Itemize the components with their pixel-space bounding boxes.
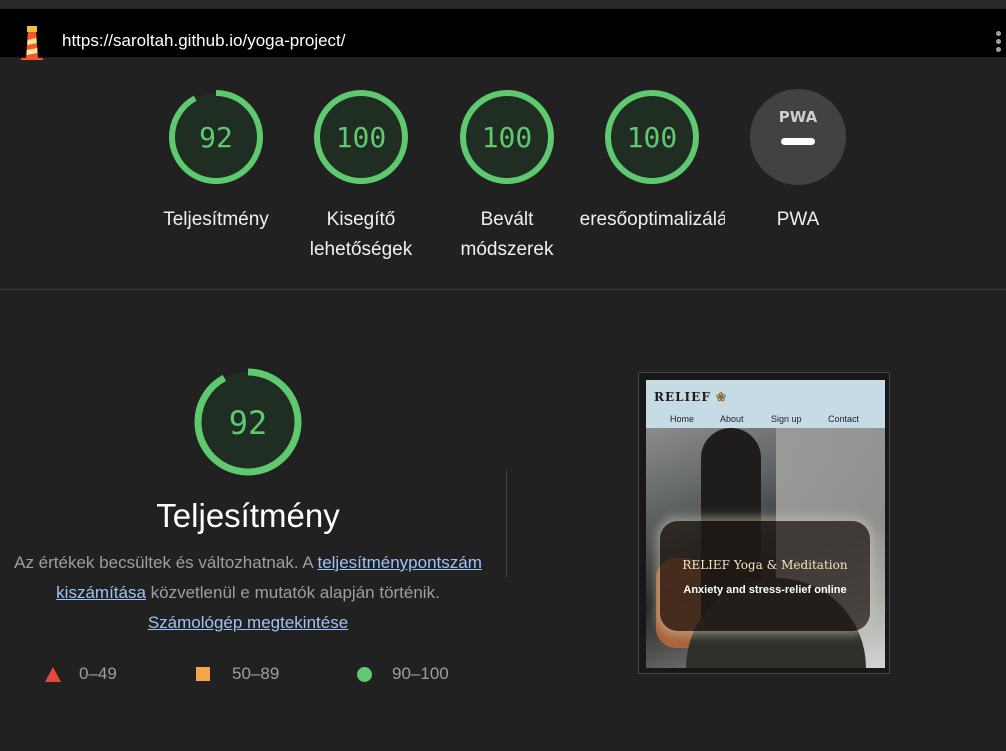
gauge-performance[interactable]: 92 Teljesítmény	[143, 87, 289, 235]
gauge-label-line: módszerek	[460, 239, 554, 260]
score-ring: 100	[314, 90, 408, 184]
gauge-label: Kisegítő lehetőségek	[288, 205, 434, 265]
site-nav-item: Contact	[828, 414, 860, 424]
gauge-label-line: Kisegítő	[326, 209, 396, 230]
score-ring: 100	[605, 90, 699, 184]
gauge-label-line: PWA	[776, 209, 820, 230]
site-hero-banner: RELIEF Yoga & Meditation Anxiety and str…	[660, 521, 870, 631]
category-gauges: 92 Teljesítmény 100 Kisegítő lehetőségek …	[0, 57, 1006, 289]
score-legend: 0–49 50–89 90–100	[0, 664, 520, 690]
site-nav-item: About	[720, 414, 744, 424]
legend-fail: 0–49	[45, 664, 117, 684]
performance-title: Teljesítmény	[156, 497, 340, 534]
red-triangle-icon	[45, 666, 61, 682]
site-nav-item: Sign up	[771, 414, 802, 424]
gauge-label-line: Teljesítmény	[163, 209, 269, 230]
desc-text: Az értékek becsültek és változhatnak. A	[14, 553, 318, 572]
gauge-score: 100	[336, 121, 387, 154]
performance-score-ring: 92	[194, 368, 302, 476]
gauge-score: 92	[199, 121, 233, 154]
kebab-menu-icon[interactable]	[996, 31, 1002, 55]
section-divider	[0, 289, 1006, 290]
gauge-label-line: lehetőségek	[309, 239, 413, 260]
gauge-pwa[interactable]: PWA PWA	[725, 87, 871, 235]
site-headline: RELIEF Yoga & Meditation	[682, 558, 848, 572]
score-ring: 100	[460, 90, 554, 184]
score-ring: 92	[169, 90, 263, 184]
site-nav-item: Home	[670, 414, 695, 424]
green-circle-icon	[357, 666, 372, 682]
gauge-label-line: Keresőoptimalizálás	[579, 209, 725, 230]
performance-description: Az értékek becsültek és változhatnak. A …	[10, 548, 486, 638]
site-header: RELIEF ❀ Home About Sign up Contact	[646, 380, 885, 428]
window-top-strip	[0, 0, 1006, 9]
lotus-icon: ❀	[716, 390, 728, 404]
gauge-score: 100	[482, 121, 533, 154]
gauge-label: Keresőoptimalizálás	[579, 205, 725, 235]
pwa-badge-icon: PWA	[750, 89, 846, 185]
gauge-label: PWA	[725, 205, 871, 235]
site-subline: Anxiety and stress-relief online	[683, 584, 847, 596]
pwa-badge-text: PWA	[779, 108, 818, 126]
gauge-label: Bevált módszerek	[434, 205, 580, 265]
gauge-accessibility[interactable]: 100 Kisegítő lehetőségek	[288, 87, 434, 265]
legend-pass: 90–100	[357, 664, 449, 684]
legend-range: 50–89	[232, 664, 280, 683]
legend-range: 0–49	[79, 664, 117, 683]
gauge-label-line: Bevált	[480, 209, 534, 230]
gauge-score: 100	[627, 121, 678, 154]
final-screenshot-thumbnail[interactable]: RELIEF ❀ Home About Sign up Contact RELI…	[638, 372, 890, 674]
report-url[interactable]: https://saroltah.github.io/yoga-project/	[62, 31, 346, 51]
legend-range: 90–100	[392, 664, 449, 683]
legend-average: 50–89	[196, 664, 279, 684]
report-url-bar: https://saroltah.github.io/yoga-project/	[0, 9, 1006, 60]
calculator-link[interactable]: Számológép megtekintése	[148, 613, 348, 632]
site-hero-image: RELIEF Yoga & Meditation Anxiety and str…	[646, 428, 885, 668]
site-preview: RELIEF ❀ Home About Sign up Contact RELI…	[646, 380, 885, 668]
orange-square-icon	[196, 667, 210, 681]
desc-text: közvetlenül e mutatók alapján történik.	[145, 583, 440, 602]
performance-score: 92	[229, 404, 268, 442]
lighthouse-icon	[20, 26, 44, 60]
gauge-best-practices[interactable]: 100 Bevált módszerek	[434, 87, 580, 265]
gauge-label: Teljesítmény	[143, 205, 289, 235]
vertical-separator	[506, 470, 507, 577]
gauge-seo[interactable]: 100 Keresőoptimalizálás	[579, 87, 725, 235]
site-logo: RELIEF ❀	[654, 390, 728, 404]
